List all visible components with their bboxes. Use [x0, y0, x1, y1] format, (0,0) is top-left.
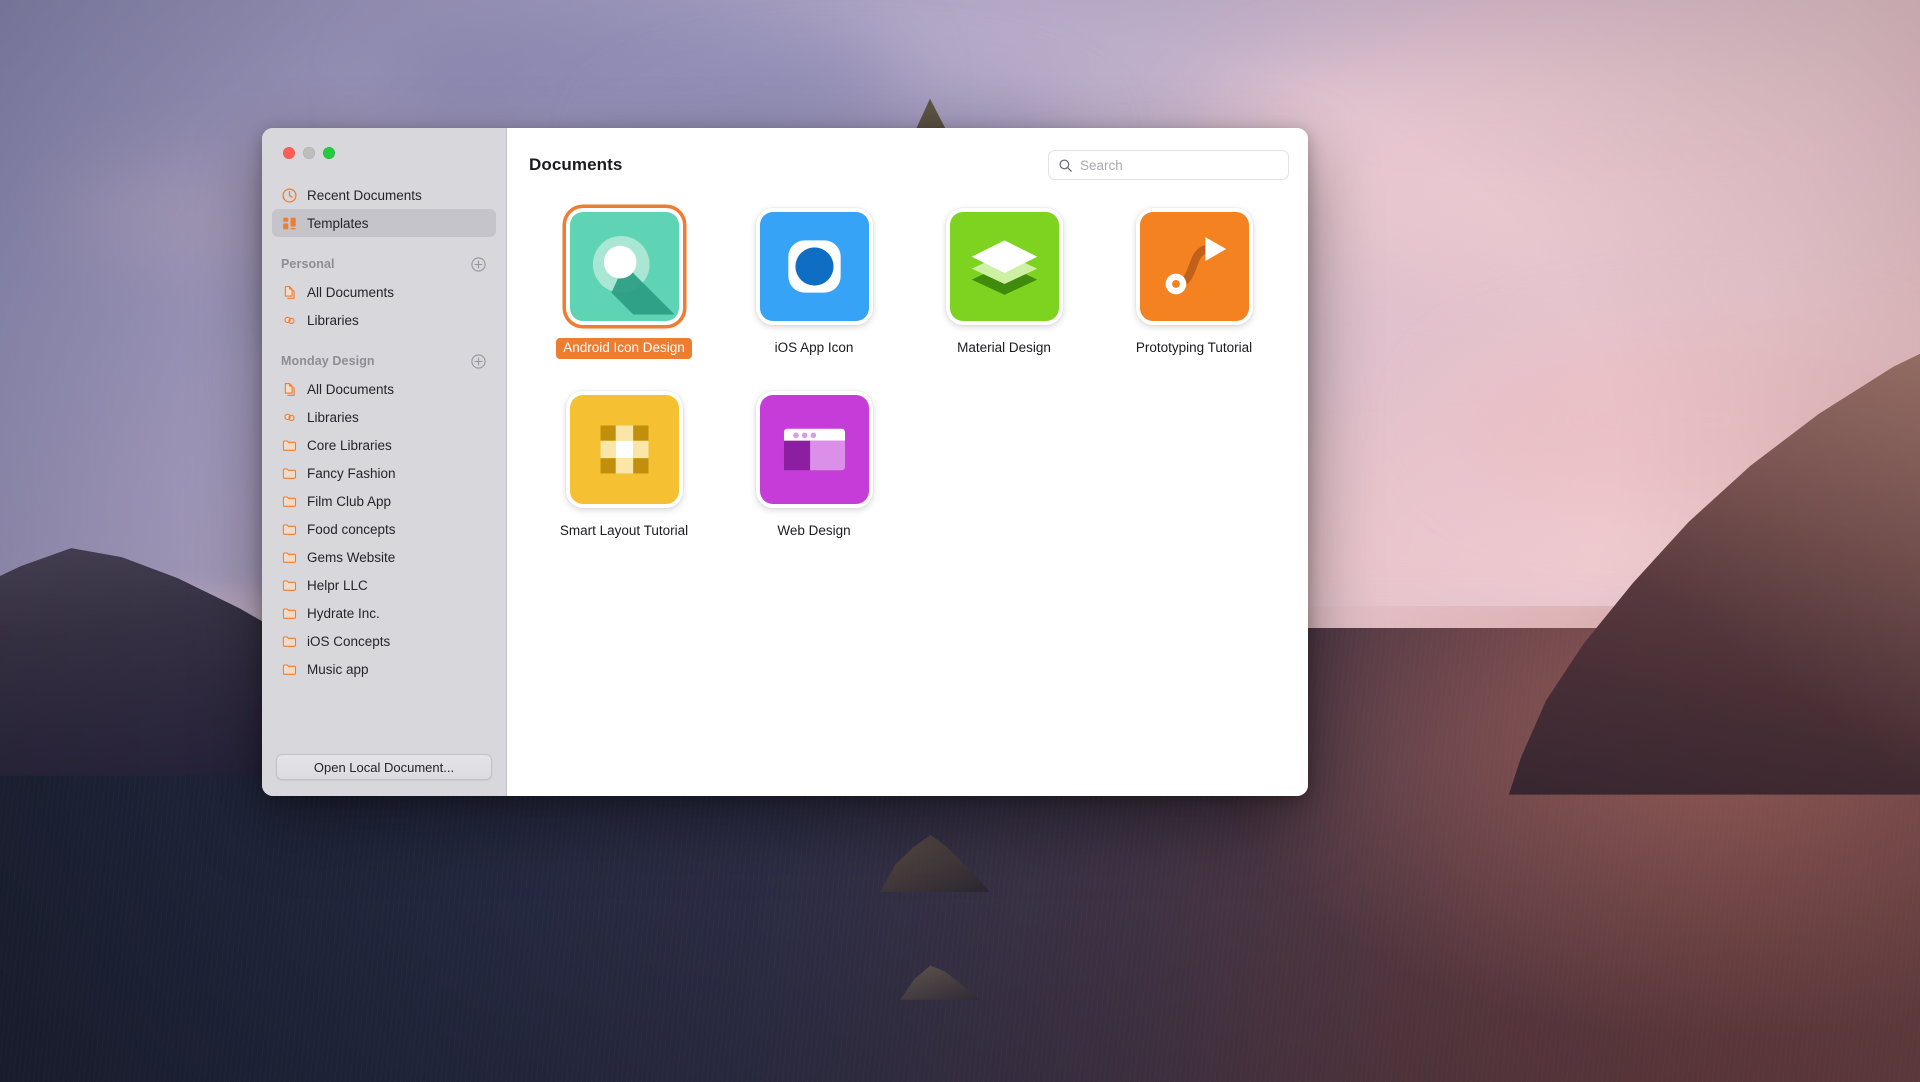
template-tile-ios-app-icon[interactable]: iOS App Icon: [719, 208, 909, 359]
sidebar-item-label: All Documents: [307, 284, 395, 300]
sidebar-item-label: Hydrate Inc.: [307, 605, 380, 621]
template-label: Web Design: [777, 522, 851, 538]
sidebar-footer: Open Local Document...: [262, 754, 506, 796]
sidebar-item-label: Food concepts: [307, 521, 396, 537]
search-input[interactable]: [1080, 157, 1279, 173]
template-label: Android Icon Design: [556, 338, 692, 359]
template-label: iOS App Icon: [774, 340, 854, 355]
prototype-icon: [1139, 212, 1249, 321]
browser-icon: [759, 394, 869, 504]
folder-icon: [281, 549, 298, 566]
template-thumbnail-frame[interactable]: [565, 208, 683, 325]
template-tile-material-design[interactable]: Material Design: [909, 208, 1099, 359]
content-header: Documents: [507, 128, 1308, 180]
add-icon[interactable]: [470, 353, 487, 370]
open-local-document-button[interactable]: Open Local Document...: [276, 754, 492, 780]
sidebar-item-label: Gems Website: [307, 549, 396, 565]
page-title: Documents: [529, 155, 623, 174]
template-tile-web-design[interactable]: Web Design: [719, 390, 909, 542]
smart-layout-icon: [569, 394, 679, 504]
sidebar-item-label: Libraries: [307, 409, 359, 425]
window-controls: [262, 128, 506, 175]
sidebar-item-hydrate-inc[interactable]: Hydrate Inc.: [272, 599, 496, 627]
zoom-button[interactable]: [323, 147, 335, 159]
sidebar-item-film-club-app[interactable]: Film Club App: [272, 487, 496, 515]
sidebar-item-label: All Documents: [307, 381, 395, 397]
sidebar-item-personal-libraries[interactable]: Libraries: [272, 306, 496, 334]
template-tile-prototyping-tutorial[interactable]: Prototyping Tutorial: [1099, 208, 1289, 359]
folder-icon: [281, 465, 298, 482]
libraries-icon: [281, 409, 298, 426]
sidebar-item-label: Libraries: [307, 312, 359, 328]
documents-icon: [281, 381, 298, 398]
sidebar-item-personal-all-documents[interactable]: All Documents: [272, 278, 496, 306]
search-icon: [1058, 158, 1073, 173]
clock-icon: [281, 187, 298, 204]
template-label: Prototyping Tutorial: [1135, 340, 1253, 355]
folder-icon: [281, 493, 298, 510]
sidebar-item-label: Core Libraries: [307, 437, 392, 453]
documents-icon: [281, 284, 298, 301]
search-field[interactable]: [1048, 150, 1289, 180]
sidebar-item-label: Fancy Fashion: [307, 465, 396, 481]
sidebar-item-fancy-fashion[interactable]: Fancy Fashion: [272, 459, 496, 487]
template-thumbnail-frame[interactable]: [755, 390, 873, 508]
sidebar-item-label: Helpr LLC: [307, 577, 368, 593]
template-label: Material Design: [957, 340, 1051, 355]
template-thumbnail-frame[interactable]: [1135, 208, 1253, 325]
sidebar-item-label: Film Club App: [307, 493, 392, 509]
sidebar-section-title: Personal: [281, 257, 335, 271]
close-button[interactable]: [283, 147, 295, 159]
sidebar-item-label: Recent Documents: [307, 187, 422, 203]
template-tile-smart-layout-tutorial[interactable]: Smart Layout Tutorial: [529, 390, 719, 542]
add-icon[interactable]: [470, 256, 487, 273]
sidebar-section-monday-design-header: Monday Design: [272, 350, 496, 372]
template-thumbnail-frame[interactable]: [945, 208, 1063, 325]
sidebar-item-ios-concepts[interactable]: iOS Concepts: [272, 627, 496, 655]
android-icon: [569, 212, 679, 321]
content-area: Documents Search Android Icon Design iOS…: [507, 128, 1308, 796]
sidebar-item-label: Templates: [307, 215, 369, 231]
sidebar-section-personal-header: Personal: [272, 253, 496, 275]
sidebar-item-monday-libraries[interactable]: Libraries: [272, 403, 496, 431]
sidebar-item-label: iOS Concepts: [307, 633, 391, 649]
sidebar-item-music-app[interactable]: Music app: [272, 655, 496, 683]
documents-window: Recent Documents Templates Personal All …: [262, 128, 1308, 796]
sidebar-item-core-libraries[interactable]: Core Libraries: [272, 431, 496, 459]
sidebar: Recent Documents Templates Personal All …: [262, 128, 507, 796]
folder-icon: [281, 633, 298, 650]
template-tile-android-icon-design[interactable]: Android Icon Design: [529, 208, 719, 359]
sidebar-item-label: Music app: [307, 661, 369, 677]
minimize-button[interactable]: [303, 147, 315, 159]
sidebar-item-helpr-llc[interactable]: Helpr LLC: [272, 571, 496, 599]
sidebar-scroll-area[interactable]: Recent Documents Templates Personal All …: [262, 175, 506, 754]
sidebar-item-food-concepts[interactable]: Food concepts: [272, 515, 496, 543]
sidebar-item-recent-documents[interactable]: Recent Documents: [272, 181, 496, 209]
sidebar-item-gems-website[interactable]: Gems Website: [272, 543, 496, 571]
layers-icon: [949, 212, 1059, 321]
sidebar-item-templates[interactable]: Templates: [272, 209, 496, 237]
folder-icon: [281, 661, 298, 678]
template-label: Smart Layout Tutorial: [559, 522, 689, 538]
template-thumbnail-frame[interactable]: [565, 390, 683, 508]
template-thumbnail-frame[interactable]: [755, 208, 873, 325]
sidebar-item-monday-all-documents[interactable]: All Documents: [272, 375, 496, 403]
grid-icon: [281, 215, 298, 232]
folder-icon: [281, 437, 298, 454]
libraries-icon: [281, 312, 298, 329]
folder-icon: [281, 521, 298, 538]
sidebar-section-title: Monday Design: [281, 354, 375, 368]
folder-icon: [281, 605, 298, 622]
folder-icon: [281, 577, 298, 594]
templates-grid: Android Icon Design iOS App Icon Materia…: [507, 180, 1308, 542]
ios-app-icon: [759, 212, 869, 321]
